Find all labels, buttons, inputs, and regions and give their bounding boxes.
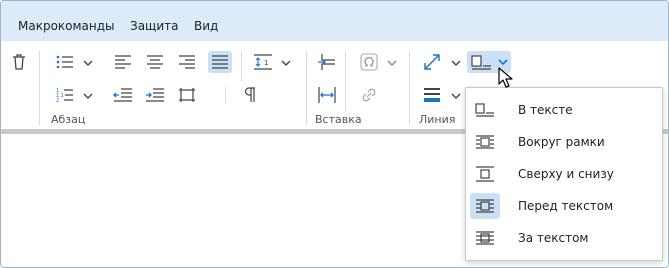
insert-link-button[interactable]: [357, 84, 381, 106]
link-icon: [362, 88, 376, 102]
increase-indent-button[interactable]: [143, 84, 167, 106]
numbered-list-button[interactable]: 1 1.1 2: [53, 84, 77, 106]
decrease-indent-button[interactable]: [111, 84, 135, 106]
separator: [306, 51, 307, 125]
align-center-button[interactable]: [143, 51, 167, 73]
wrap-option-behind[interactable]: За текстом: [466, 222, 662, 254]
wrap-option-label: В тексте: [518, 103, 573, 117]
menu-protection[interactable]: Защита: [130, 19, 179, 33]
align-justify-icon: [212, 55, 228, 69]
line-color-icon: [424, 88, 440, 102]
insert-symbol-button[interactable]: [357, 51, 381, 73]
wrap-option-top-bottom[interactable]: Сверху и снизу: [466, 158, 662, 190]
separator: [345, 51, 346, 111]
menu-bar: Макрокоманды Защита Вид: [1, 1, 668, 41]
align-center-icon: [147, 55, 163, 69]
mouse-cursor-icon: [498, 67, 513, 88]
trash-icon: [13, 54, 25, 70]
separator: [39, 51, 40, 125]
wrap-option-label: Сверху и снизу: [518, 167, 614, 181]
align-right-button[interactable]: [175, 51, 199, 73]
wrap-option-label: Перед текстом: [518, 199, 614, 213]
diagonal-arrow-icon: [424, 54, 440, 70]
insert-row-button[interactable]: [315, 51, 339, 73]
line-color-button[interactable]: [420, 84, 444, 106]
insert-break-icon: [318, 54, 335, 70]
separator: [225, 87, 226, 103]
chevron-down-icon[interactable]: [83, 91, 93, 101]
app-window: Макрокоманды Защита Вид 1 1 1.1 2 Абзац …: [0, 0, 669, 268]
line-spacing-button[interactable]: 1: [251, 51, 275, 73]
column-break-icon: [318, 87, 336, 103]
chevron-down-icon[interactable]: [451, 58, 461, 68]
chevron-down-icon[interactable]: [83, 58, 93, 68]
increase-indent-icon: [146, 88, 164, 102]
wrap-option-label: Вокруг рамки: [518, 135, 605, 149]
numbered-list-icon: 1 1.1 2: [56, 88, 73, 103]
line-spacing-icon: 1: [254, 54, 272, 70]
align-left-button[interactable]: [111, 51, 135, 73]
align-right-icon: [179, 55, 195, 69]
omega-symbol-icon: [360, 53, 378, 71]
svg-text:1: 1: [264, 59, 268, 67]
wrap-behind-icon: [470, 225, 500, 251]
bullet-list-icon: [56, 55, 73, 69]
line-arrow-button[interactable]: [420, 51, 444, 73]
separator: [241, 51, 242, 81]
delete-button[interactable]: [7, 51, 31, 73]
group-label-paragraph: Абзац: [51, 113, 86, 126]
decrease-indent-icon: [113, 88, 132, 102]
chevron-down-icon[interactable]: [281, 58, 291, 68]
chevron-down-icon[interactable]: [387, 58, 397, 68]
pilcrow-icon: [244, 87, 255, 102]
wrap-option-in-front[interactable]: Перед текстом: [466, 190, 662, 222]
wrap-inline-icon: [471, 55, 491, 70]
wrap-inline-icon: [470, 97, 500, 123]
wrap-square-icon: [470, 129, 500, 155]
wrap-option-inline[interactable]: В тексте: [466, 94, 662, 126]
paragraph-borders-button[interactable]: [175, 84, 199, 106]
wrap-in-front-icon: [470, 193, 500, 219]
insert-column-break-button[interactable]: [315, 84, 339, 106]
align-justify-button[interactable]: [208, 51, 232, 73]
align-left-icon: [115, 55, 131, 69]
menu-macros[interactable]: Макрокоманды: [18, 19, 115, 33]
separator: [409, 51, 410, 125]
wrap-top-bottom-icon: [470, 161, 500, 187]
wrap-option-square[interactable]: Вокруг рамки: [466, 126, 662, 158]
text-wrap-menu: В тексте Вокруг рамки Сверху и снизу Пер…: [465, 87, 663, 261]
svg-text:2: 2: [56, 98, 59, 103]
group-label-line: Линия: [419, 113, 456, 126]
menu-view[interactable]: Вид: [194, 19, 218, 33]
wrap-option-label: За текстом: [518, 231, 589, 245]
bullet-list-button[interactable]: [53, 51, 77, 73]
group-label-insert: Вставка: [315, 113, 362, 126]
chevron-down-icon: [498, 59, 508, 66]
chevron-down-icon[interactable]: [451, 91, 461, 101]
paragraph-borders-icon: [179, 88, 195, 102]
show-formatting-marks-button[interactable]: [238, 84, 262, 106]
